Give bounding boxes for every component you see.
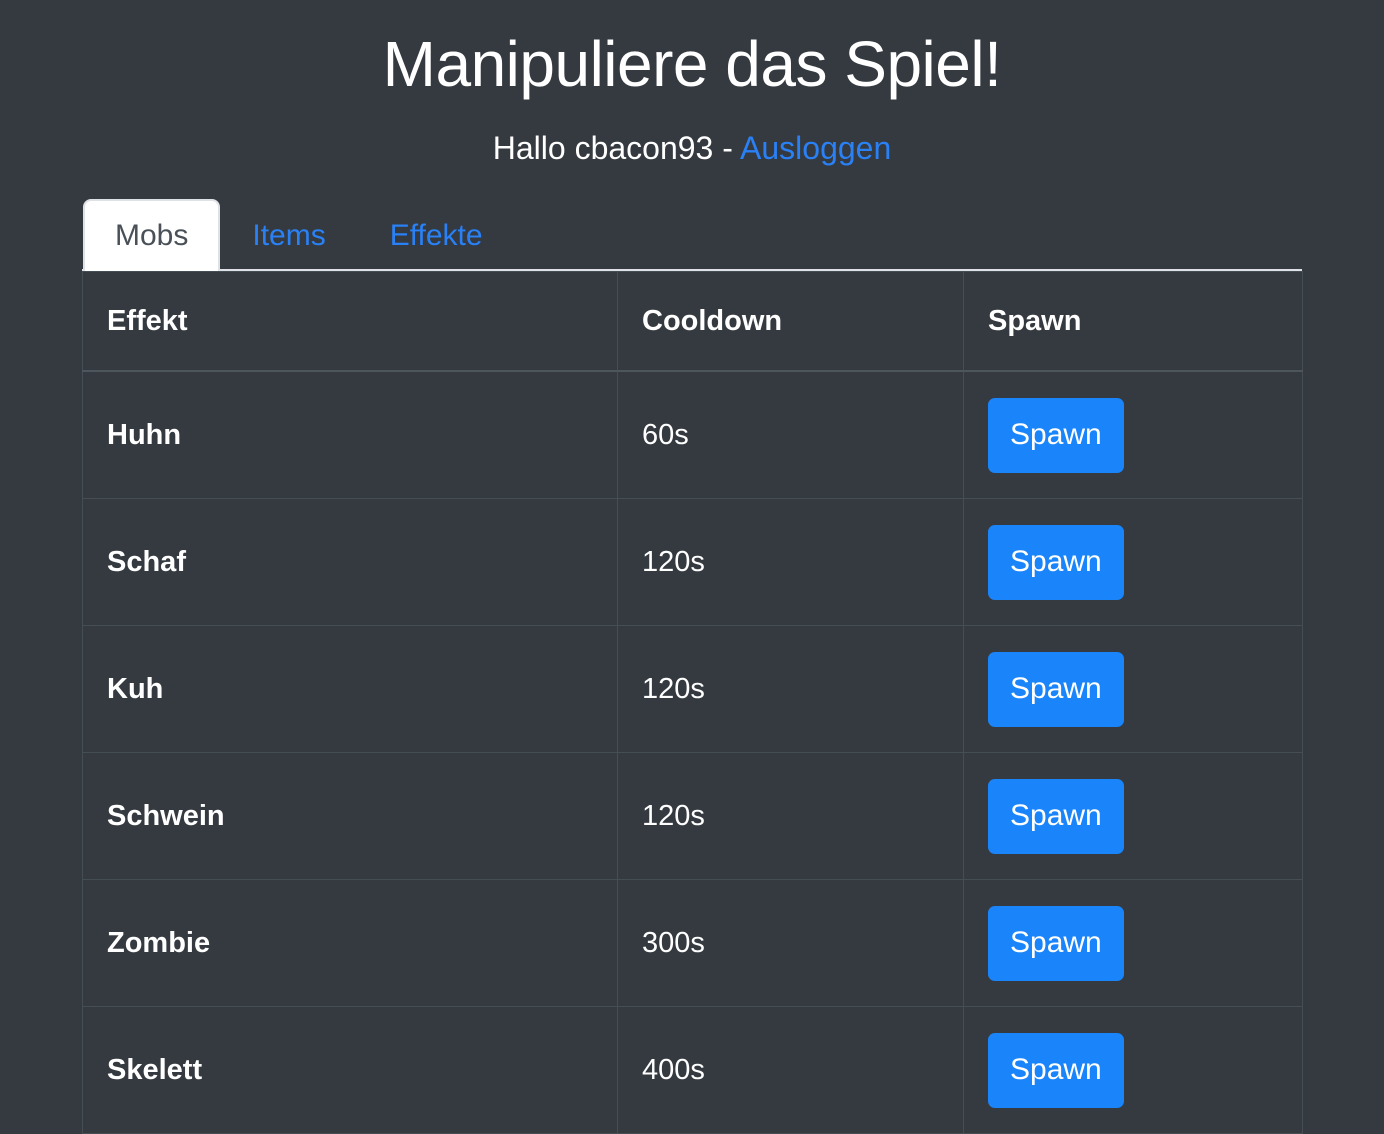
table-header-row: Effekt Cooldown Spawn: [82, 271, 1303, 373]
spawn-button[interactable]: Spawn: [988, 778, 1124, 854]
cell-spawn: Spawn: [963, 752, 1303, 881]
table-row: Schwein 120s Spawn: [82, 752, 1303, 881]
cell-cooldown: 300s: [617, 879, 964, 1008]
table-row: Huhn 60s Spawn: [82, 370, 1303, 500]
spawn-button[interactable]: Spawn: [988, 524, 1124, 600]
table-row: Kuh 120s Spawn: [82, 625, 1303, 754]
cell-mob-name: Kuh: [82, 625, 618, 754]
cell-cooldown: 400s: [617, 1006, 964, 1134]
cell-mob-name: Schaf: [82, 498, 618, 627]
cell-mob-name: Zombie: [82, 879, 618, 1008]
spawn-button[interactable]: Spawn: [988, 397, 1124, 473]
page-title: Manipuliere das Spiel!: [382, 28, 1002, 100]
spawn-button[interactable]: Spawn: [988, 651, 1124, 727]
table-header: Effekt Cooldown Spawn: [82, 271, 1303, 373]
logout-link[interactable]: Ausloggen: [740, 130, 891, 166]
cell-cooldown: 120s: [617, 625, 964, 754]
cell-mob-name: Huhn: [82, 370, 618, 500]
cell-mob-name: Skelett: [82, 1006, 618, 1134]
tab-bar: Mobs Items Effekte: [82, 191, 1302, 272]
mobs-table: Effekt Cooldown Spawn Huhn 60s Spawn Sch…: [82, 271, 1303, 1134]
table-row: Schaf 120s Spawn: [82, 498, 1303, 627]
table-row: Skelett 400s Spawn: [82, 1006, 1303, 1134]
table-body: Huhn 60s Spawn Schaf 120s Spawn Kuh 120s: [82, 370, 1303, 1134]
greeting-line: Hallo cbacon93 - Ausloggen: [0, 103, 1384, 167]
cell-spawn: Spawn: [963, 625, 1303, 754]
cell-mob-name: Schwein: [82, 752, 618, 881]
greeting-text: Hallo cbacon93 -: [492, 129, 741, 166]
column-header-effekt: Effekt: [82, 271, 618, 373]
cell-cooldown: 60s: [617, 370, 964, 500]
column-header-cooldown: Cooldown: [617, 271, 964, 373]
table-row: Zombie 300s Spawn: [82, 879, 1303, 1008]
spawn-button[interactable]: Spawn: [988, 1032, 1124, 1108]
cell-spawn: Spawn: [963, 879, 1303, 1008]
cell-cooldown: 120s: [617, 498, 964, 627]
column-header-spawn: Spawn: [963, 271, 1303, 373]
tab-effekte[interactable]: Effekte: [358, 199, 515, 271]
tab-mobs[interactable]: Mobs: [83, 199, 221, 272]
cell-spawn: Spawn: [963, 1006, 1303, 1134]
spawn-button[interactable]: Spawn: [988, 905, 1124, 981]
page-root: Manipuliere das Spiel! Hallo cbacon93 - …: [0, 0, 1384, 1134]
content-area: Mobs Items Effekte Effekt Cooldown Spawn…: [82, 167, 1303, 1134]
cell-spawn: Spawn: [963, 370, 1303, 500]
cell-spawn: Spawn: [963, 498, 1303, 627]
cell-cooldown: 120s: [617, 752, 964, 881]
tab-items[interactable]: Items: [220, 199, 357, 271]
